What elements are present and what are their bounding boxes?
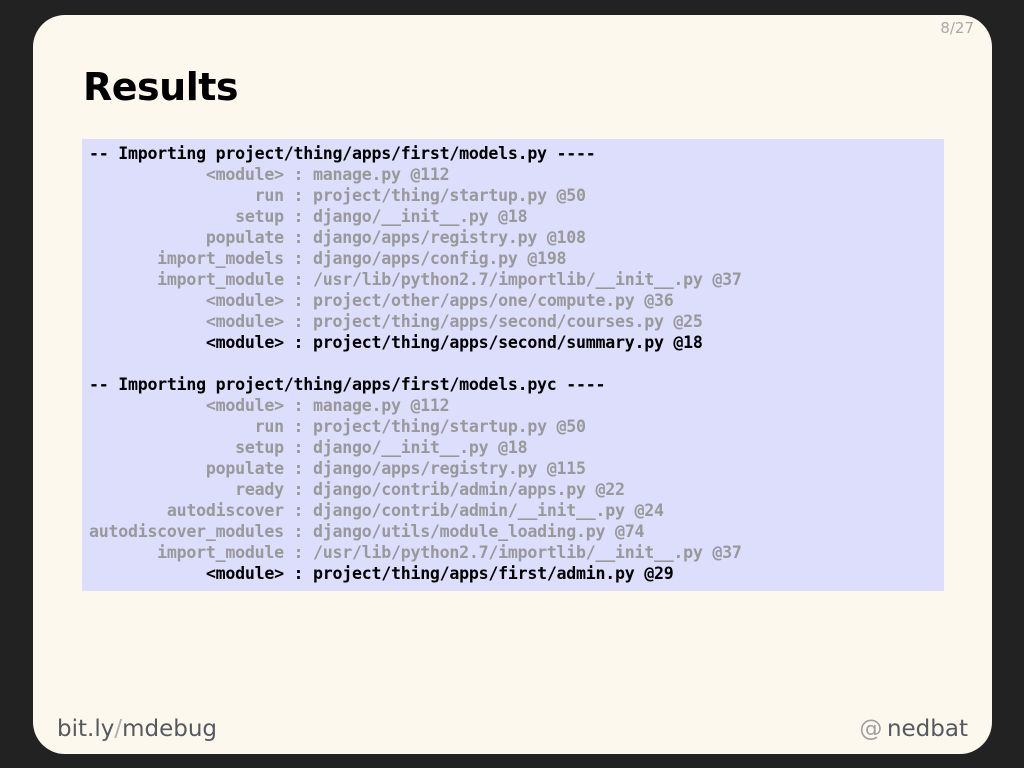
- frame-separator: :: [283, 480, 314, 499]
- frame-location: django/apps/config.py @198: [313, 249, 567, 268]
- frame-separator: :: [283, 522, 314, 541]
- stack-frame-line: import_module : /usr/lib/python2.7/impor…: [89, 269, 944, 290]
- frame-location: /usr/lib/python2.7/importlib/__init__.py…: [313, 543, 742, 562]
- frame-function: ready: [89, 480, 284, 499]
- footer-link-path: mdebug: [122, 716, 218, 742]
- frame-function: run: [89, 186, 284, 205]
- stack-frame-line: autodiscover : django/contrib/admin/__in…: [89, 500, 944, 521]
- frame-separator: :: [283, 270, 314, 289]
- stack-frame-line-highlighted: <module> : project/thing/apps/first/admi…: [89, 563, 944, 584]
- frame-separator: :: [283, 417, 314, 436]
- at-sign: @: [859, 716, 883, 742]
- frame-separator: :: [283, 564, 314, 583]
- stack-frame-line: import_module : /usr/lib/python2.7/impor…: [89, 542, 944, 563]
- frame-location: django/contrib/admin/__init__.py @24: [313, 501, 664, 520]
- frame-separator: :: [283, 459, 314, 478]
- stack-frame-line: ready : django/contrib/admin/apps.py @22: [89, 479, 944, 500]
- twitter-handle: nedbat: [886, 716, 968, 742]
- frame-function: <module>: [89, 312, 284, 331]
- frame-function: populate: [89, 459, 284, 478]
- frame-separator: :: [283, 438, 314, 457]
- page-number: 8/27: [940, 19, 974, 37]
- frame-function: import_models: [89, 249, 284, 268]
- frame-function: <module>: [89, 165, 284, 184]
- frame-separator: :: [283, 165, 314, 184]
- stack-frame-line: <module> : project/other/apps/one/comput…: [89, 290, 944, 311]
- frame-function: populate: [89, 228, 284, 247]
- frame-location: django/apps/registry.py @115: [313, 459, 586, 478]
- stack-frame-line: run : project/thing/startup.py @50: [89, 416, 944, 437]
- frame-separator: :: [283, 333, 314, 352]
- frame-location: django/__init__.py @18: [313, 207, 528, 226]
- stack-frame-line: <module> : project/thing/apps/second/cou…: [89, 311, 944, 332]
- frame-separator: :: [283, 543, 314, 562]
- frame-location: project/other/apps/one/compute.py @36: [313, 291, 674, 310]
- frame-location: manage.py @112: [313, 396, 450, 415]
- frame-function: autodiscover_modules: [89, 522, 284, 541]
- frame-location: django/__init__.py @18: [313, 438, 528, 457]
- stack-frame-line-highlighted: <module> : project/thing/apps/second/sum…: [89, 332, 944, 353]
- frame-function: <module>: [89, 333, 284, 352]
- frame-location: project/thing/apps/second/courses.py @25: [313, 312, 703, 331]
- stack-frame-line: populate : django/apps/registry.py @108: [89, 227, 944, 248]
- frame-separator: :: [283, 501, 314, 520]
- frame-separator: :: [283, 186, 314, 205]
- frame-location: project/thing/startup.py @50: [313, 417, 586, 436]
- import-header-line: -- Importing project/thing/apps/first/mo…: [89, 144, 596, 163]
- stack-frame-line: run : project/thing/startup.py @50: [89, 185, 944, 206]
- frame-separator: :: [283, 249, 314, 268]
- frame-function: autodiscover: [89, 501, 284, 520]
- footer-link-domain: bit.ly: [57, 716, 115, 742]
- import-header-line: -- Importing project/thing/apps/first/mo…: [89, 375, 606, 394]
- frame-function: run: [89, 417, 284, 436]
- footer-link: bit.ly/mdebug: [57, 716, 217, 742]
- frame-location: project/thing/apps/first/admin.py @29: [313, 564, 674, 583]
- frame-location: django/apps/registry.py @108: [313, 228, 586, 247]
- frame-function: import_module: [89, 543, 284, 562]
- stack-frame-line: populate : django/apps/registry.py @115: [89, 458, 944, 479]
- stack-frame-line: setup : django/__init__.py @18: [89, 437, 944, 458]
- slide-title: Results: [83, 65, 239, 109]
- frame-separator: :: [283, 207, 314, 226]
- frame-function: <module>: [89, 291, 284, 310]
- frame-separator: :: [283, 396, 314, 415]
- frame-function: setup: [89, 207, 284, 226]
- frame-function: setup: [89, 438, 284, 457]
- footer-link-separator: /: [114, 716, 123, 742]
- frame-location: manage.py @112: [313, 165, 450, 184]
- footer-handle: @ nedbat: [859, 716, 968, 742]
- frame-function: <module>: [89, 564, 284, 583]
- frame-location: project/thing/apps/second/summary.py @18: [313, 333, 703, 352]
- frame-separator: :: [283, 312, 314, 331]
- frame-location: django/utils/module_loading.py @74: [313, 522, 645, 541]
- stack-frame-line: setup : django/__init__.py @18: [89, 206, 944, 227]
- stack-frame-line: import_models : django/apps/config.py @1…: [89, 248, 944, 269]
- frame-location: /usr/lib/python2.7/importlib/__init__.py…: [313, 270, 742, 289]
- code-block: -- Importing project/thing/apps/first/mo…: [82, 139, 944, 591]
- frame-separator: :: [283, 291, 314, 310]
- frame-separator: :: [283, 228, 314, 247]
- frame-function: <module>: [89, 396, 284, 415]
- frame-location: project/thing/startup.py @50: [313, 186, 586, 205]
- stack-frame-line: autodiscover_modules : django/utils/modu…: [89, 521, 944, 542]
- stack-frame-line: <module> : manage.py @112: [89, 395, 944, 416]
- frame-function: import_module: [89, 270, 284, 289]
- stack-frame-line: <module> : manage.py @112: [89, 164, 944, 185]
- frame-location: django/contrib/admin/apps.py @22: [313, 480, 625, 499]
- slide: 8/27 Results -- Importing project/thing/…: [33, 15, 992, 754]
